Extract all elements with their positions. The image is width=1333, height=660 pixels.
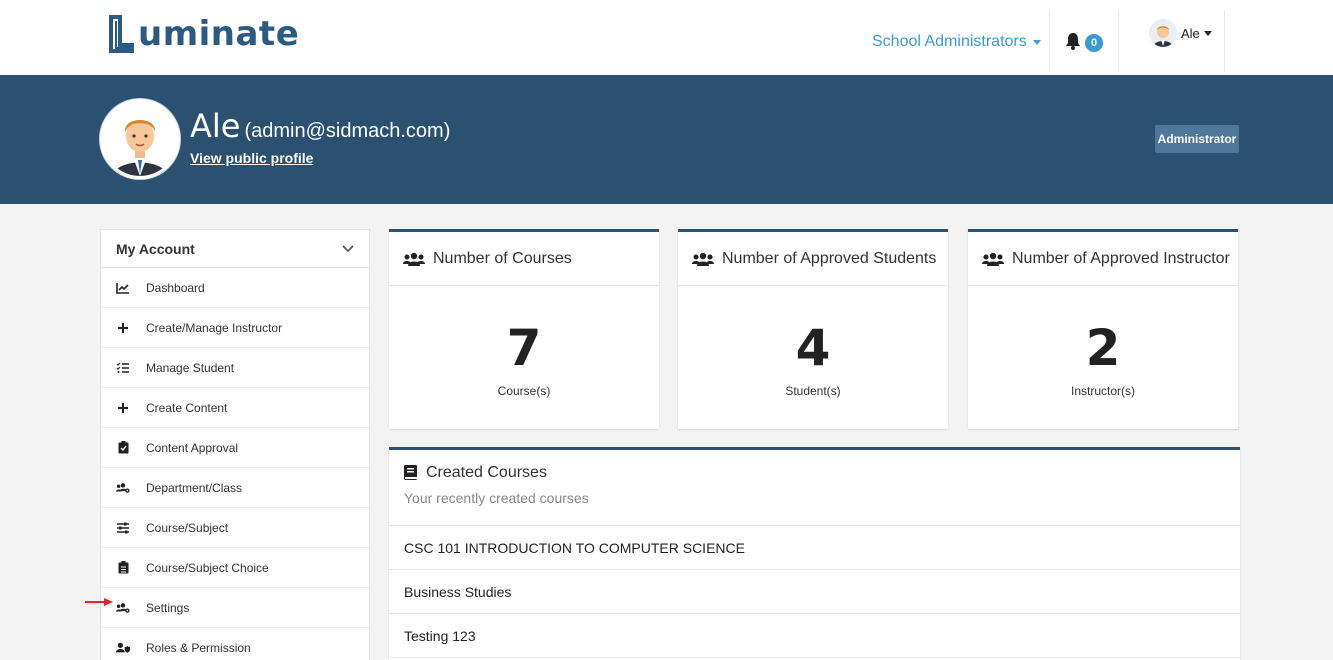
notification-button[interactable] [1064, 32, 1082, 55]
user-menu[interactable]: Ale [1149, 19, 1212, 47]
chevron-down-icon [342, 244, 354, 252]
nav-divider [1224, 10, 1225, 72]
chevron-down-icon [1203, 30, 1212, 36]
stat-card-unit: Student(s) [785, 384, 841, 398]
nav-divider [1118, 10, 1119, 72]
profile-name: Ale [190, 107, 241, 145]
sidebar-item-label: Settings [146, 600, 190, 615]
stat-card-header: Number of Courses [389, 232, 659, 286]
users-icon [692, 252, 714, 266]
clipboard-check-icon [116, 441, 130, 455]
stat-card-unit: Instructor(s) [1070, 384, 1135, 398]
sidebar-item-label: Dashboard [146, 280, 205, 295]
sidebar-item-label: Course/Subject Choice [146, 560, 269, 575]
stat-card-value: 7 [506, 319, 542, 377]
sidebar-item-course-subject[interactable]: Course/Subject [101, 508, 369, 548]
created-courses-header: Created Courses Your recently created co… [389, 450, 1240, 526]
sliders-icon [116, 521, 130, 535]
stat-card-header: Number of Approved Students [678, 232, 948, 286]
luminate-logo[interactable]: uminate [108, 13, 299, 55]
sidebar-item-create-manage-instructor[interactable]: Create/Manage Instructor [101, 308, 369, 348]
sidebar-header[interactable]: My Account [101, 230, 369, 268]
sidebar-item-content-approval[interactable]: Content Approval [101, 428, 369, 468]
plus-icon [116, 321, 130, 335]
role-dropdown[interactable]: School Administrators [872, 33, 1041, 51]
sidebar-item-label: Manage Student [146, 360, 235, 375]
sidebar-item-label: Roles & Permission [146, 640, 251, 655]
user-name: Ale [1181, 25, 1200, 41]
sidebar-item-create-content[interactable]: Create Content [101, 388, 369, 428]
plus-icon [116, 401, 130, 415]
sidebar-item-label: Create/Manage Instructor [146, 320, 283, 335]
stat-card-value: 2 [1085, 319, 1121, 377]
users-icon [982, 252, 1004, 266]
sidebar-item-manage-student[interactable]: Manage Student [101, 348, 369, 388]
sidebar-item-label: Department/Class [146, 480, 243, 495]
stat-card-instructors: Number of Approved Instructor 2 Instruct… [968, 229, 1238, 429]
course-list-item[interactable]: CSC 101 INTRODUCTION TO COMPUTER SCIENCE [389, 526, 1240, 570]
sidebar-item-label: Course/Subject [146, 520, 229, 535]
created-courses-heading: Created Courses [404, 464, 1225, 482]
stat-card-title: Number of Courses [433, 249, 572, 267]
clipboard-list-icon [116, 561, 130, 575]
stat-card-unit: Course(s) [497, 384, 551, 398]
users-icon [403, 252, 425, 266]
stat-card-title: Number of Approved Students [722, 249, 937, 267]
profile-avatar [100, 99, 180, 179]
notification-count-badge[interactable]: 0 [1085, 34, 1103, 52]
sidebar-item-settings[interactable]: Settings [101, 588, 369, 628]
sidebar-item-dashboard[interactable]: Dashboard [101, 268, 369, 308]
stat-card-title: Number of Approved Instructor [1012, 249, 1230, 267]
account-sidebar: My Account Dashboard Create/Manage Instr… [100, 229, 370, 660]
book-icon [404, 465, 417, 480]
created-courses-panel: Created Courses Your recently created co… [389, 447, 1240, 660]
sidebar-title: My Account [116, 240, 195, 257]
role-badge: Administrator [1155, 125, 1239, 153]
sidebar-item-label: Create Content [146, 400, 228, 415]
avatar [1149, 19, 1177, 47]
created-courses-subtitle: Your recently created courses [404, 490, 589, 506]
user-shield-icon [116, 641, 130, 655]
view-public-profile-link[interactable]: View public profile [190, 150, 313, 166]
course-list-item[interactable]: Testing 123 [389, 614, 1240, 658]
stat-card-students: Number of Approved Students 4 Student(s) [678, 229, 948, 429]
stat-card-header: Number of Approved Instructor [968, 232, 1238, 286]
profile-heading: Ale (admin@sidmach.com) [190, 107, 450, 145]
course-list-item[interactable]: Business Studies [389, 570, 1240, 614]
red-arrow-annotation [85, 598, 113, 606]
list-check-icon [116, 361, 130, 375]
stat-card-value: 4 [795, 319, 831, 377]
sidebar-item-label: Content Approval [146, 440, 239, 455]
sidebar-item-course-subject-choice[interactable]: Course/Subject Choice [101, 548, 369, 588]
users-cog-icon [116, 601, 130, 615]
chevron-down-icon [1032, 39, 1041, 45]
logo-l-mark-icon [109, 15, 134, 53]
bell-icon [1066, 33, 1080, 50]
stat-card-courses: Number of Courses 7 Course(s) [389, 229, 659, 429]
created-courses-title: Created Courses [426, 464, 547, 481]
logo-text: uminate [138, 14, 300, 54]
profile-banner: Ale (admin@sidmach.com) View public prof… [0, 75, 1333, 204]
role-dropdown-label: School Administrators [872, 33, 1027, 50]
sidebar-item-roles-permission[interactable]: Roles & Permission [101, 628, 369, 660]
nav-divider [1049, 10, 1050, 72]
sidebar-item-department-class[interactable]: Department/Class [101, 468, 369, 508]
top-navbar: uminate School Administrators 0 Ale [0, 0, 1333, 75]
chart-line-icon [116, 281, 130, 295]
profile-email: (admin@sidmach.com) [244, 120, 451, 142]
users-cog-icon [116, 481, 130, 495]
